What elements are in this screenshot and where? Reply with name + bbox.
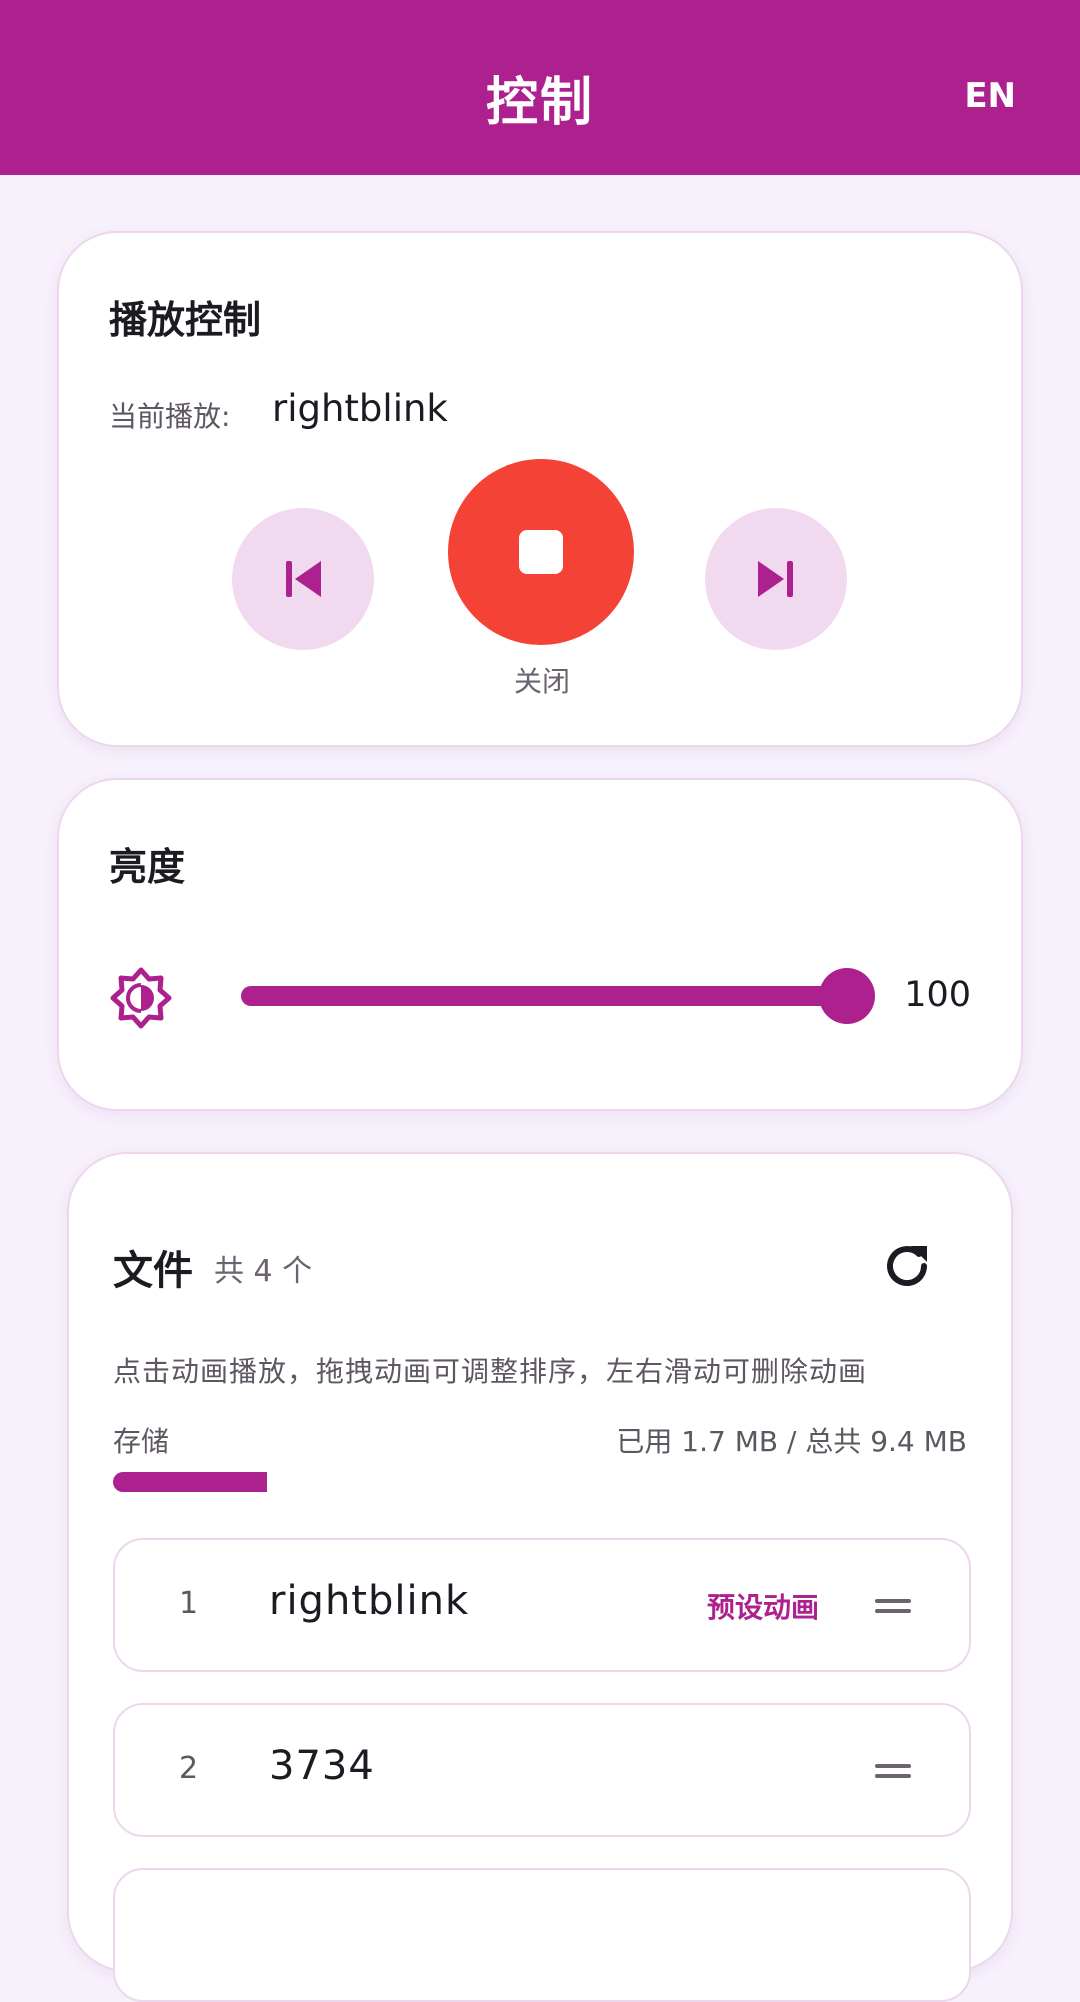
drag-handle-icon[interactable]: [875, 1593, 911, 1619]
skip-next-icon: [758, 561, 793, 597]
playback-control-card: 播放控制 当前播放: rightblink 关闭: [57, 231, 1023, 747]
brightness-icon: [110, 967, 172, 1029]
app-bar: 控制 EN: [0, 0, 1080, 175]
now-playing-value: rightblink: [272, 387, 448, 430]
page-title: 控制: [485, 73, 594, 133]
stop-label: 关闭: [513, 665, 570, 698]
storage-progress-bar: [113, 1472, 971, 1492]
stop-button[interactable]: [448, 459, 634, 645]
files-hint: 点击动画播放，拖拽动画可调整排序，左右滑动可删除动画: [113, 1355, 868, 1388]
refresh-icon[interactable]: [877, 1236, 937, 1296]
files-card: 文件 共 4 个 点击动画播放，拖拽动画可调整排序，左右滑动可删除动画 存储 已…: [67, 1152, 1013, 2002]
file-list-item[interactable]: [113, 1868, 971, 2002]
file-list-item[interactable]: 2 3734: [113, 1703, 971, 1837]
preset-badge: 预设动画: [707, 1591, 820, 1624]
brightness-card: 亮度 100: [57, 778, 1023, 1111]
brightness-slider-thumb[interactable]: [819, 968, 875, 1024]
previous-button[interactable]: [232, 508, 374, 650]
files-count: 共 4 个: [214, 1254, 313, 1289]
brightness-value: 100: [904, 975, 971, 1015]
storage-value: 已用 1.7 MB / 总共 9.4 MB: [616, 1425, 967, 1458]
files-title: 文件: [113, 1248, 193, 1294]
file-index: 2: [179, 1751, 199, 1786]
stop-icon: [519, 530, 563, 574]
file-name: 3734: [269, 1743, 375, 1789]
now-playing-label: 当前播放:: [109, 400, 231, 433]
playback-title: 播放控制: [109, 298, 262, 342]
file-name: rightblink: [269, 1578, 470, 1624]
drag-handle-icon[interactable]: [875, 1758, 911, 1784]
brightness-slider-track[interactable]: [241, 986, 847, 1006]
language-toggle-button[interactable]: EN: [964, 76, 1016, 116]
brightness-title: 亮度: [109, 845, 186, 889]
file-index: 1: [179, 1586, 199, 1621]
storage-progress-fill: [113, 1472, 268, 1492]
next-button[interactable]: [705, 508, 847, 650]
storage-label: 存储: [113, 1425, 170, 1458]
skip-previous-icon: [286, 561, 321, 597]
file-list-item[interactable]: 1 rightblink 预设动画: [113, 1538, 971, 1672]
